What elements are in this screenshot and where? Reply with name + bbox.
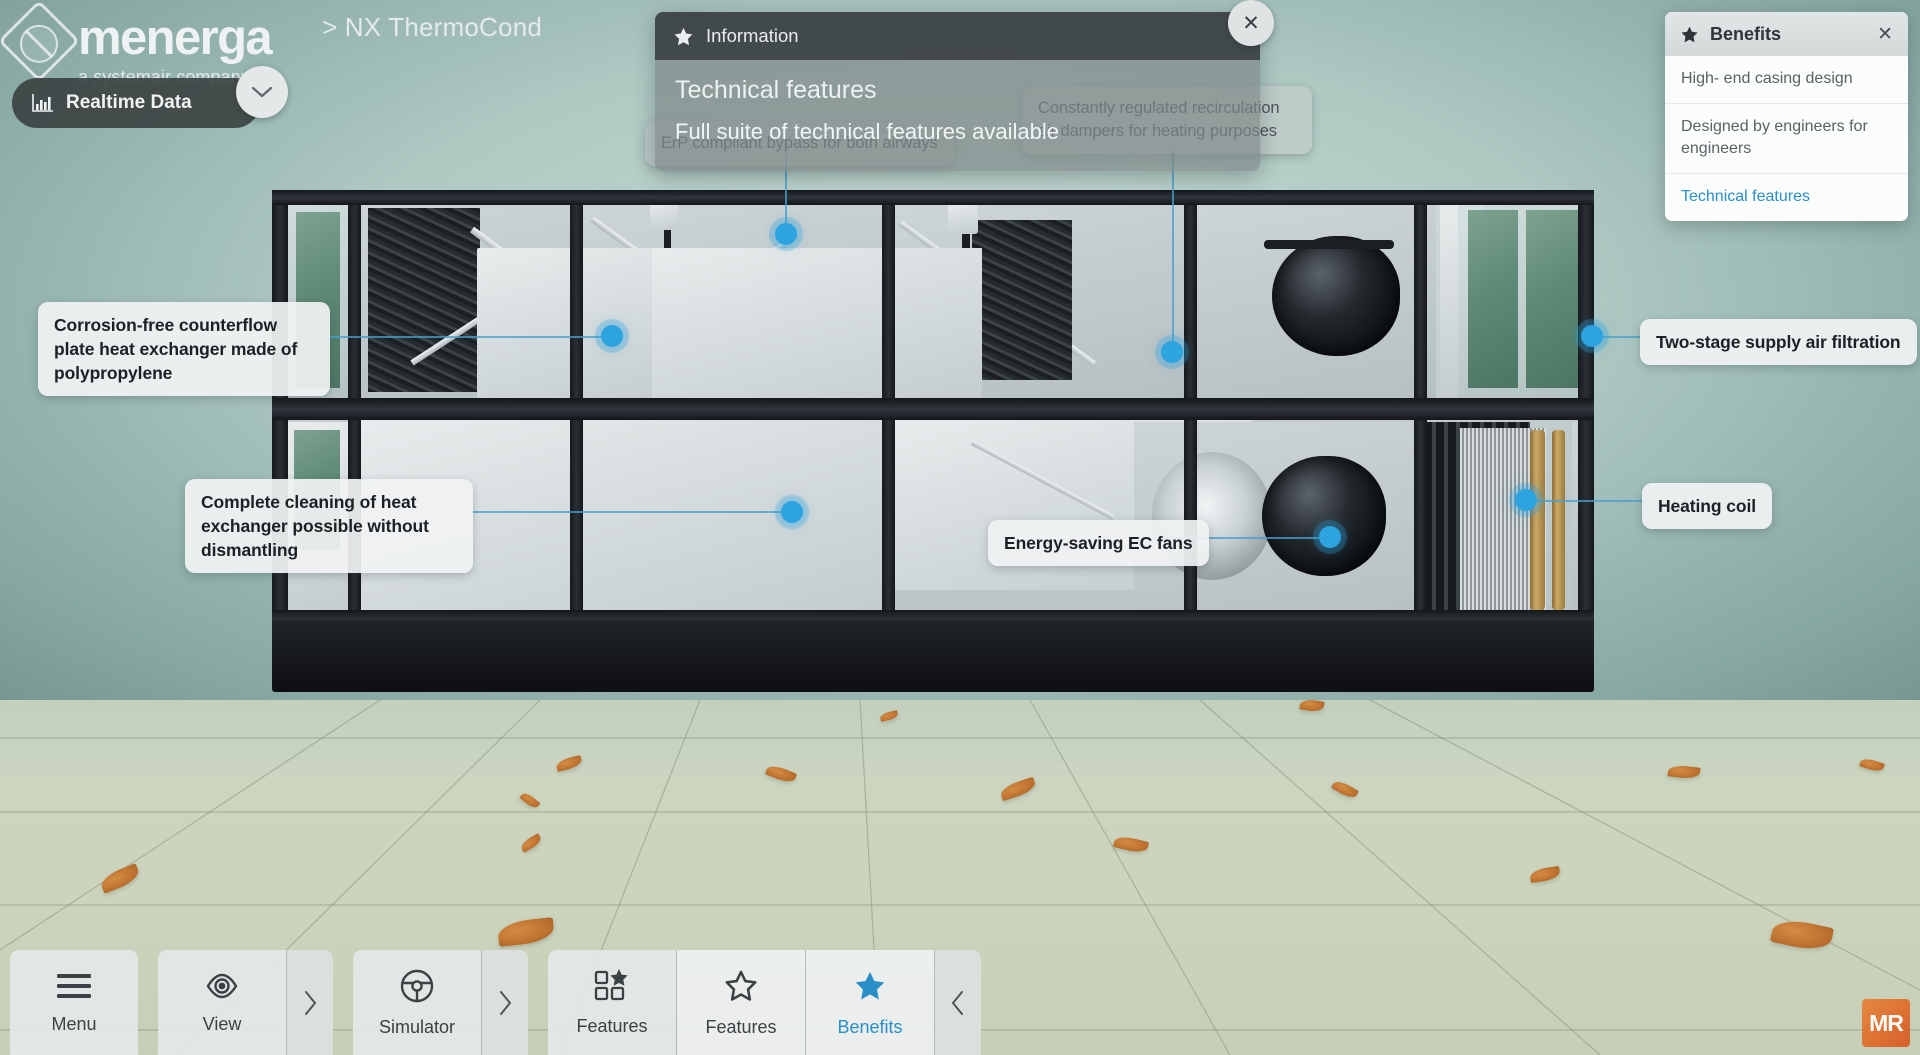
information-panel-close-button[interactable]: ✕ xyxy=(1228,0,1274,46)
toolbar-simulator-label: Simulator xyxy=(379,1017,455,1038)
callout-leader-line xyxy=(470,511,792,513)
toolbar-simulator-button[interactable]: Simulator xyxy=(353,950,481,1055)
information-panel-header: Information xyxy=(655,12,1260,60)
hotspot-ec-fans[interactable] xyxy=(1319,526,1341,548)
hotspot-filtration[interactable] xyxy=(1581,325,1603,347)
star-outline-icon xyxy=(722,968,760,1004)
star-filled-icon xyxy=(851,968,889,1004)
benefits-panel-header: Benefits ✕ xyxy=(1665,12,1908,56)
callout-leader-line xyxy=(1172,150,1174,350)
mr-badge-label: MR xyxy=(1869,1010,1903,1037)
callout-leader-line xyxy=(328,336,612,338)
chevron-right-icon xyxy=(498,990,512,1016)
chevron-down-icon xyxy=(251,85,273,99)
toolbar-features-star-button[interactable]: Features xyxy=(677,950,805,1055)
information-panel-subtitle: Full suite of technical features availab… xyxy=(675,119,1240,145)
toolbar-menu-button[interactable]: Menu xyxy=(10,950,138,1055)
chevron-right-icon xyxy=(303,990,317,1016)
benefits-panel-title: Benefits xyxy=(1710,24,1781,45)
benefits-panel[interactable]: Benefits ✕ High- end casing design Desig… xyxy=(1665,12,1908,221)
steering-wheel-icon xyxy=(399,968,435,1004)
hotspot-heat-exchanger[interactable] xyxy=(601,325,623,347)
brand-logo-block[interactable]: menerga a systemair company xyxy=(10,6,271,88)
hotspot-heating-coil[interactable] xyxy=(1515,489,1537,511)
callout-leader-line xyxy=(1528,500,1648,502)
toolbar-view-group: View xyxy=(158,950,333,1055)
unit-base-frame xyxy=(272,620,1594,692)
toolbar-benefits-label: Benefits xyxy=(837,1017,902,1038)
chevron-left-icon xyxy=(951,990,965,1016)
hotspot-bypass[interactable] xyxy=(775,223,797,245)
callout-ec-fans[interactable]: Energy-saving EC fans xyxy=(988,520,1209,566)
breadcrumb[interactable]: > NX ThermoCond xyxy=(322,12,542,43)
app-viewport: Corrosion-free counterflow plate heat ex… xyxy=(0,0,1920,1055)
toolbar-features-grid-button[interactable]: Features xyxy=(548,950,676,1055)
toolbar-features-segment: Features Features Benefits xyxy=(548,950,981,1055)
information-panel-title: Information xyxy=(706,25,799,47)
realtime-data-button[interactable]: Realtime Data xyxy=(12,78,260,128)
eye-icon xyxy=(204,971,240,1001)
benefits-item-engineers[interactable]: Designed by engineers for engineers xyxy=(1665,104,1908,174)
callout-heating-coil[interactable]: Heating coil xyxy=(1642,483,1772,529)
close-icon: ✕ xyxy=(1242,11,1260,36)
toolbar-features-star-label: Features xyxy=(705,1017,776,1038)
mixed-reality-badge[interactable]: MR xyxy=(1862,999,1910,1047)
benefits-panel-close-button[interactable]: ✕ xyxy=(1877,23,1893,46)
callout-heat-exchanger[interactable]: Corrosion-free counterflow plate heat ex… xyxy=(38,302,330,396)
hamburger-menu-icon xyxy=(54,971,94,1001)
star-filled-icon xyxy=(673,26,694,47)
grid-star-icon xyxy=(594,969,630,1003)
information-panel-body: Technical features Full suite of technic… xyxy=(655,60,1260,171)
toolbar-back-button[interactable] xyxy=(935,950,981,1055)
hotspot-cleaning[interactable] xyxy=(781,501,803,523)
toolbar-view-label: View xyxy=(203,1014,242,1035)
brand-wordmark: menerga xyxy=(78,14,271,63)
realtime-data-label: Realtime Data xyxy=(66,92,192,114)
toolbar-view-button[interactable]: View xyxy=(158,950,286,1055)
menerga-diamond-logo-icon xyxy=(0,0,80,82)
toolbar-benefits-button[interactable]: Benefits xyxy=(806,950,934,1055)
star-filled-icon xyxy=(1680,25,1699,44)
benefits-item-casing[interactable]: High- end casing design xyxy=(1665,56,1908,104)
information-panel-heading: Technical features xyxy=(675,76,1240,105)
callout-filtration[interactable]: Two-stage supply air filtration xyxy=(1640,319,1917,365)
toolbar-features-grid-label: Features xyxy=(576,1016,647,1037)
toolbar-menu-label: Menu xyxy=(51,1014,96,1035)
benefits-item-technical-features[interactable]: Technical features xyxy=(1665,174,1908,221)
bottom-toolbar: Menu View xyxy=(10,950,981,1055)
information-panel[interactable]: Information Technical features Full suit… xyxy=(655,12,1260,171)
toolbar-simulator-group: Simulator xyxy=(353,950,528,1055)
realtime-data-toggle-button[interactable] xyxy=(236,66,288,118)
hotspot-dampers[interactable] xyxy=(1161,341,1183,363)
toolbar-simulator-next-button[interactable] xyxy=(482,950,528,1055)
toolbar-view-next-button[interactable] xyxy=(287,950,333,1055)
callout-cleaning[interactable]: Complete cleaning of heat exchanger poss… xyxy=(185,479,473,573)
ahu-3d-model[interactable] xyxy=(272,190,1594,706)
bar-chart-icon xyxy=(32,93,54,113)
